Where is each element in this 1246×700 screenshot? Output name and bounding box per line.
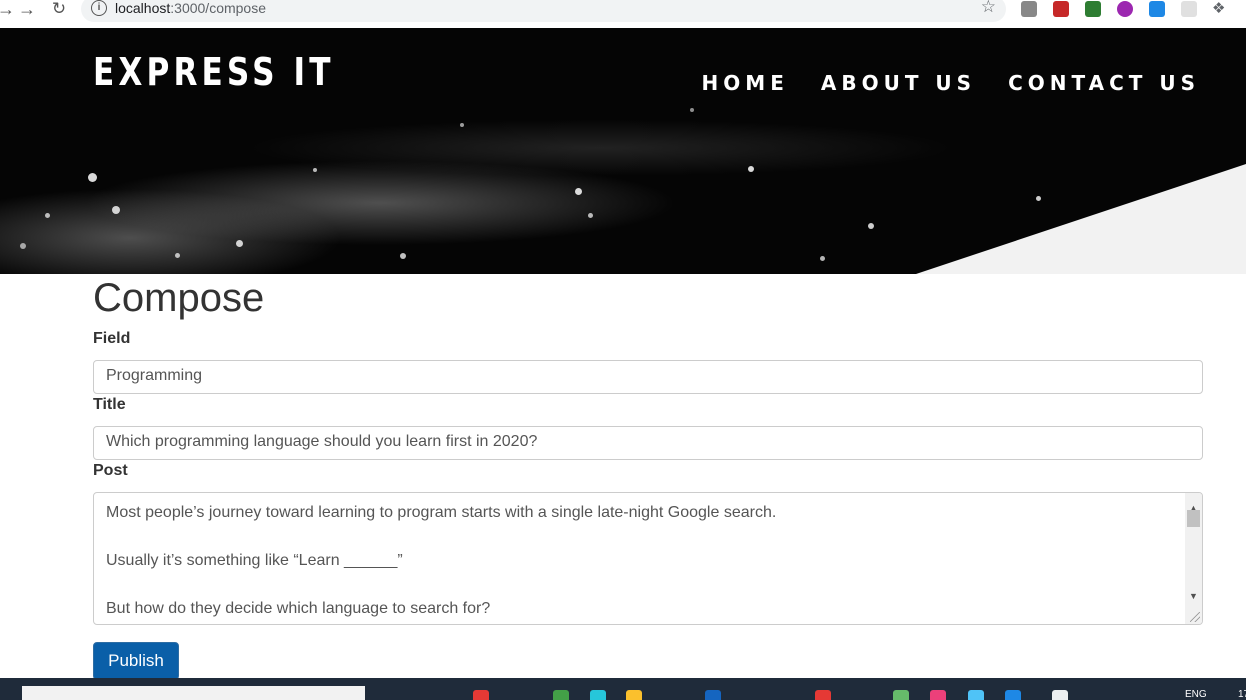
extension-html-icon[interactable] bbox=[1085, 1, 1101, 17]
taskbar-clock[interactable]: 17 bbox=[1238, 689, 1246, 700]
sparkle bbox=[588, 213, 593, 218]
extension-ladybug-icon[interactable] bbox=[1053, 1, 1069, 17]
extensions-puzzle-icon[interactable]: ❖ bbox=[1212, 1, 1228, 17]
textarea-scrollbar[interactable]: ▲ ▼ bbox=[1185, 493, 1202, 624]
taskbar-app-icon[interactable] bbox=[815, 690, 831, 700]
sparkle bbox=[868, 223, 874, 229]
publish-button[interactable]: Publish bbox=[93, 642, 179, 680]
sparkle bbox=[690, 108, 694, 112]
brush-stroke bbox=[916, 164, 1246, 274]
post-line: Usually it’s something like “Learn _____… bbox=[106, 552, 403, 569]
url-text: localhost:3000/compose bbox=[115, 0, 266, 16]
resize-handle-icon[interactable] bbox=[1190, 612, 1200, 622]
sparkle bbox=[112, 206, 120, 214]
sparkle bbox=[236, 240, 243, 247]
address-bar[interactable]: i localhost:3000/compose ☆ bbox=[81, 0, 1006, 22]
taskbar-app-icon[interactable] bbox=[626, 690, 642, 700]
taskbar-app-icon[interactable] bbox=[590, 690, 606, 700]
sparkle bbox=[175, 253, 180, 258]
nav-contact-us[interactable]: CONTACT US bbox=[1008, 71, 1200, 95]
taskbar-app-icon[interactable] bbox=[705, 690, 721, 700]
taskbar-app-icon[interactable] bbox=[1005, 690, 1021, 700]
main-nav: HOME ABOUT US CONTACT US bbox=[702, 71, 1200, 95]
sparkle bbox=[313, 168, 317, 172]
site-brand[interactable]: EXPRESS IT bbox=[93, 50, 335, 94]
back-icon[interactable]: → bbox=[0, 0, 16, 20]
forward-icon[interactable]: → bbox=[17, 0, 37, 20]
reload-icon[interactable]: ↻ bbox=[49, 0, 69, 20]
scroll-thumb[interactable] bbox=[1187, 510, 1200, 527]
page-title: Compose bbox=[93, 276, 265, 320]
extension-bug-icon[interactable] bbox=[1021, 1, 1037, 17]
extension-grey-icon[interactable] bbox=[1181, 1, 1197, 17]
taskbar-app-icon[interactable] bbox=[473, 690, 489, 700]
post-textarea[interactable]: Most people’s journey toward learning to… bbox=[93, 492, 1203, 625]
taskbar-app-icon[interactable] bbox=[968, 690, 984, 700]
field-input[interactable]: Programming bbox=[93, 360, 1203, 394]
site-info-icon[interactable]: i bbox=[91, 0, 107, 16]
sparkle bbox=[460, 123, 464, 127]
compose-form: Compose Field Programming Title Which pr… bbox=[93, 274, 1203, 680]
sparkle bbox=[45, 213, 50, 218]
hero-banner: EXPRESS IT HOME ABOUT US CONTACT US bbox=[0, 28, 1246, 274]
sparkle bbox=[88, 173, 97, 182]
post-line: Most people’s journey toward learning to… bbox=[106, 504, 777, 521]
taskbar-app-icon[interactable] bbox=[553, 690, 569, 700]
sparkle bbox=[820, 256, 825, 261]
taskbar-search[interactable] bbox=[22, 686, 365, 700]
taskbar-app-icon[interactable] bbox=[1052, 690, 1068, 700]
extension-arrow-icon[interactable] bbox=[1149, 1, 1165, 17]
sparkle bbox=[400, 253, 406, 259]
field-label: Field bbox=[93, 330, 131, 347]
bookmark-star-icon[interactable]: ☆ bbox=[981, 0, 996, 17]
nav-about-us[interactable]: ABOUT US bbox=[821, 71, 976, 95]
sparkle bbox=[20, 243, 26, 249]
post-label: Post bbox=[93, 462, 128, 479]
title-label: Title bbox=[93, 396, 126, 413]
taskbar-app-icon[interactable] bbox=[893, 690, 909, 700]
post-line: But how do they decide which language to… bbox=[106, 600, 491, 617]
extension-purple-icon[interactable] bbox=[1117, 1, 1133, 17]
taskbar-app-icon[interactable] bbox=[930, 690, 946, 700]
sparkle bbox=[748, 166, 754, 172]
browser-toolbar: → → ↻ i localhost:3000/compose ☆ ❖ bbox=[0, 0, 1246, 28]
sparkle bbox=[575, 188, 582, 195]
title-input[interactable]: Which programming language should you le… bbox=[93, 426, 1203, 460]
scroll-down-icon[interactable]: ▼ bbox=[1189, 584, 1198, 608]
taskbar-language[interactable]: ENG bbox=[1185, 689, 1207, 700]
nav-home[interactable]: HOME bbox=[702, 71, 789, 95]
os-taskbar: ENG 17 bbox=[0, 678, 1246, 700]
